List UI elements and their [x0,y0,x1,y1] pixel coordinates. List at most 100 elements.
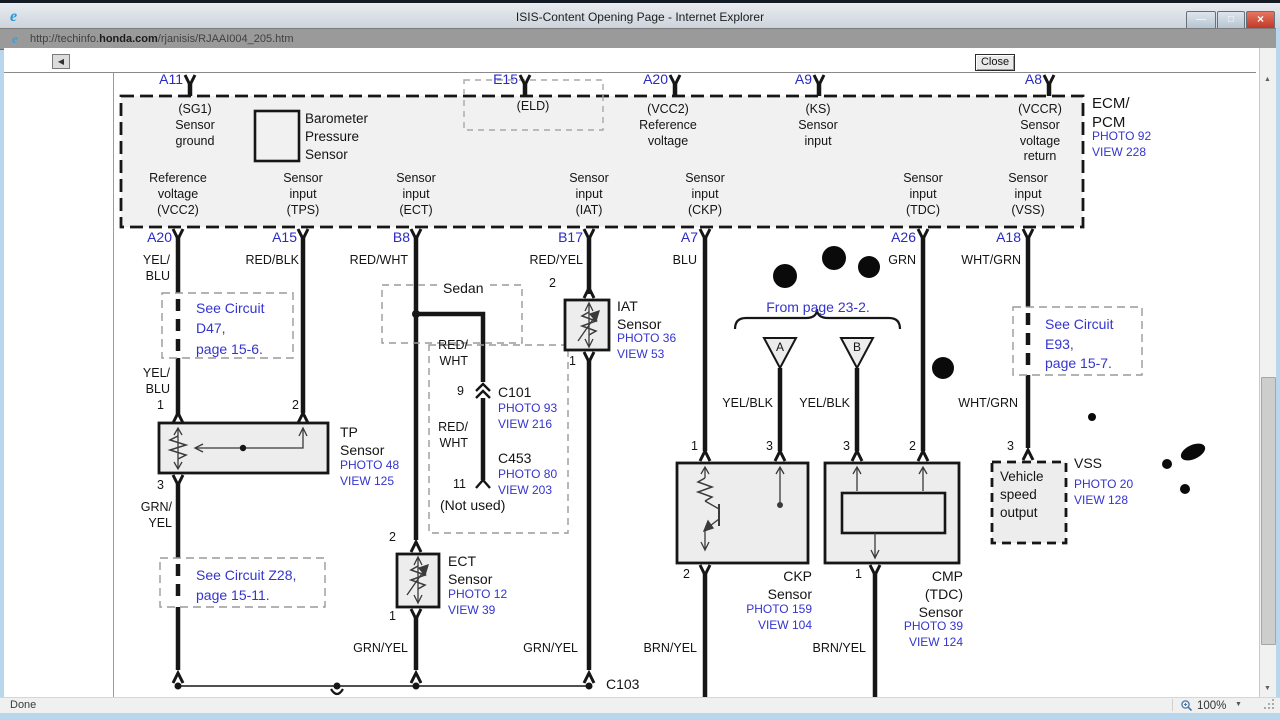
scroll-up-icon: ▲ [1264,76,1271,83]
triangle-a-label: A [775,340,784,354]
iat-photo-view-link[interactable]: PHOTO 36 VIEW 53 [617,331,676,362]
junction-dot [412,310,420,318]
pin-label-a8: A8 [1024,71,1042,87]
c101-photo-view-link[interactable]: PHOTO 93 VIEW 216 [498,401,557,432]
bus-hop-symbol [330,688,344,696]
ecm-label-vccr: (VCCR) Sensor voltage return [1018,102,1062,164]
ecm-top-pin-wires [187,83,1052,96]
bus-dot [174,682,182,690]
iat-pin-2: 2 [549,276,556,290]
note-see-circuit-d47: See Circuit D47, page 15-6. [196,300,265,357]
ecm-input-iat: Sensor input (IAT) [569,171,609,217]
status-text: Done [10,699,37,711]
wire-label-red-wht: RED/WHT [349,253,408,267]
iat-sensor-name: IAT Sensor [617,298,662,333]
connector-pin-9: 9 [457,384,464,398]
cmp-sensor-name: CMP (TDC) Sensor [918,568,963,621]
ecm-label-ks: (KS) Sensor input [798,102,838,148]
scroll-down-icon: ▼ [1264,685,1271,692]
zoom-magnifier-icon [1181,700,1193,712]
window-bottom-border [0,713,1280,720]
triangle-b-label: B [852,340,861,354]
pin-label-a20: A20 [147,229,172,245]
vss-photo-view-link[interactable]: PHOTO 20 VIEW 128 [1074,477,1133,508]
wire-label-red-wht-s2: RED/ WHT [438,420,468,450]
ecm-input-tdc: Sensor input (TDC) [903,171,943,217]
note-see-circuit-z28: See Circuit Z28, page 15-11. [196,567,297,604]
note-see-circuit-e93: See Circuit E93, page 15-7. [1045,316,1114,372]
ecm-label-vcc2: (VCC2) Reference voltage [639,102,697,148]
status-separator [1172,699,1173,711]
ecm-input-vcc2: Reference voltage (VCC2) [149,171,207,217]
wire-label-wht-grn: WHT/GRN [961,253,1021,267]
wire-label-wht-grn-2: WHT/GRN [958,396,1018,410]
pin-label-a7: A7 [680,229,698,245]
scrollbar-thumb[interactable] [1261,377,1276,645]
c453-photo-view-link[interactable]: PHOTO 80 VIEW 203 [498,467,557,498]
vss-name: VSS [1074,455,1103,471]
ect-pin-2: 2 [389,530,396,544]
note-not-used: (Not used) [440,497,506,513]
pin-label-a20-top: A20 [643,71,668,87]
ecm-top-pin-terminals [183,74,1056,89]
bus-dot [585,682,593,690]
ecm-pcm-name: ECM/ PCM [1092,95,1130,131]
zoom-caret-icon[interactable]: ▼ [1235,701,1242,710]
wire-label-grn-yel-1: GRN/ YEL [140,500,172,530]
connector-c453: C453 [498,450,532,466]
cmp-photo-view-link[interactable]: PHOTO 39 VIEW 124 [813,619,963,650]
pin-label-a11: A11 [159,71,183,87]
note-from-page: From page 23-2. [766,299,870,315]
wire-label-red-blk: RED/BLK [245,253,300,267]
wire-label-grn: GRN [888,253,916,267]
scroll-down-button[interactable]: ▼ [1259,681,1276,697]
pin-label-a18: A18 [996,229,1021,245]
pin-label-b8: B8 [392,229,410,245]
vss-pin-3: 3 [1007,439,1014,453]
pin-label-a9: A9 [794,71,812,87]
note-sedan: Sedan [440,279,487,298]
ckp-pin-1: 1 [691,439,698,453]
tp-sensor-name: TP Sensor [340,424,385,459]
ie-window: e ISIS-Content Opening Page - Internet E… [0,0,1280,720]
status-bar [0,697,1280,714]
resize-grip[interactable] [1264,701,1274,711]
tp-pin-3: 3 [157,478,164,492]
ecm-label-eld: (ELD) [516,99,550,113]
tp-photo-view-link[interactable]: PHOTO 48 VIEW 125 [340,458,399,489]
wire-label-blu: BLU [672,253,697,267]
vss-box-label: Vehicle speed output [1000,469,1044,520]
bus-dot [333,682,341,690]
ect-photo-view-link[interactable]: PHOTO 12 VIEW 39 [448,587,507,618]
ckp-sensor-box [675,461,810,565]
cmp-pin-2: 2 [909,439,916,453]
wire-label-brn-yel-1: BRN/YEL [643,641,698,655]
window-right-border [1276,28,1280,720]
zoom-level[interactable]: 100% [1197,699,1226,713]
connector-pin-11: 11 [453,477,466,491]
ecm-input-ect: Sensor input (ECT) [396,171,436,217]
ckp-node-dot [777,502,783,508]
pin-label-e15: E15 [493,71,518,87]
pin-label-a26: A26 [891,229,916,245]
cmp-pin-3: 3 [843,439,850,453]
ckp-sensor-name: CKP Sensor [767,568,812,603]
ecm-label-sg1: (SG1) Sensor ground [175,102,215,148]
ckp-photo-view-link[interactable]: PHOTO 159 VIEW 104 [662,602,812,633]
scroll-up-button[interactable]: ▲ [1259,72,1276,88]
pin-label-a15: A15 [272,229,297,245]
ecm-input-ckp: Sensor input (CKP) [685,171,725,217]
wire-label-yel-blu: YEL/ BLU [142,253,170,283]
wire-label-red-wht-s1: RED/ WHT [438,338,468,368]
wire-label-yel-blu-2: YEL/ BLU [142,366,170,396]
ecm-photo-view-link[interactable]: PHOTO 92 VIEW 228 [1092,129,1151,160]
barometer-sensor-box [253,109,301,163]
wire-label-grn-yel-m1: GRN/YEL [353,641,408,655]
pin-label-b17: B17 [558,229,583,245]
ect-pin-1: 1 [389,609,396,623]
connector-c101: C101 [498,384,532,400]
bus-end-terminals [171,669,596,684]
wire-label-yel-blk-b: YEL/BLK [799,396,850,410]
tp-pin-1: 1 [157,398,164,412]
wire-label-yel-blk-a: YEL/BLK [722,396,773,410]
